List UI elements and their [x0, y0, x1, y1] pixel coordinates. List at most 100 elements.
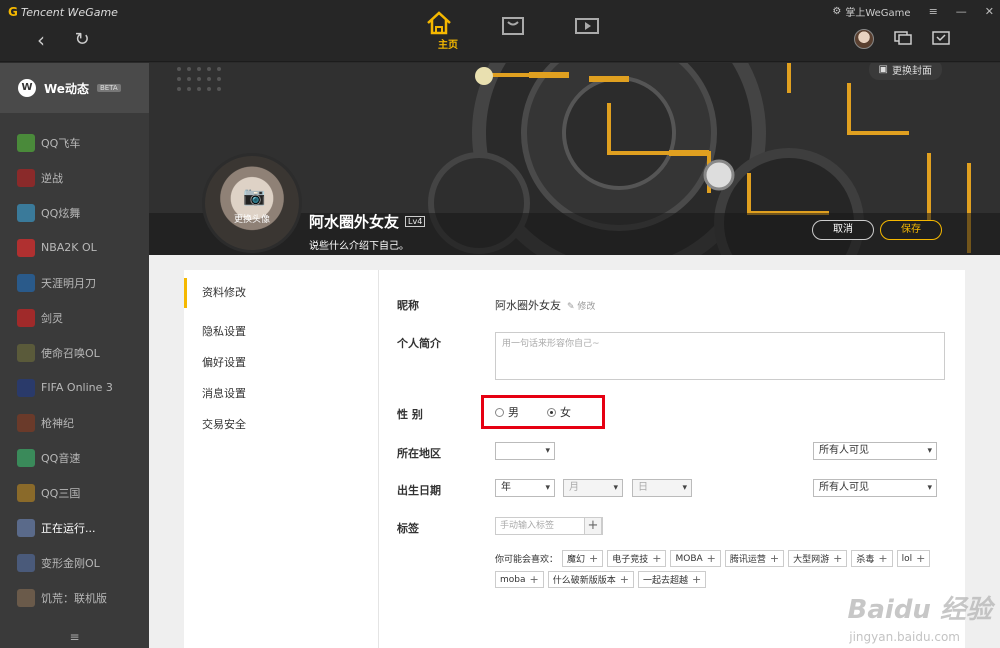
sidebar-game-label: 正在运行... [41, 521, 96, 535]
tag-suggestion-label: moba [500, 574, 526, 585]
profile-name: 阿水圈外女友 Lv4 [309, 211, 426, 232]
sidebar-we-dynamic[interactable]: W We动态 BETA [0, 63, 149, 113]
tag-suggestion-chip[interactable]: 腾讯运营 + [724, 550, 785, 567]
tag-suggestion-label: 一起去超越 [642, 576, 688, 586]
sidebar-game-label: 使命召唤OL [41, 346, 100, 360]
sidebar-game-item[interactable]: 枪神纪 [0, 405, 149, 440]
sidebar-game-item[interactable]: 正在运行... [0, 510, 149, 545]
store-icon [494, 10, 532, 36]
sidebar-game-item[interactable]: 剑灵 [0, 300, 149, 335]
gift-icon: ⚙ [832, 6, 842, 17]
mail-icon[interactable] [932, 30, 950, 49]
sidebar-game-label: 枪神纪 [41, 416, 74, 430]
tag-suggestion-chip[interactable]: moba + [495, 571, 544, 588]
sidebar-game-label: QQ三国 [41, 486, 81, 500]
sidebar-game-item[interactable]: 使命召唤OL [0, 335, 149, 370]
edit-nickname-link[interactable]: ✎ 修改 [567, 302, 595, 312]
game-icon [17, 238, 35, 257]
settings-nav-profile[interactable]: 资料修改 [184, 270, 378, 316]
game-icon [17, 203, 35, 222]
chat-icon[interactable] [894, 30, 912, 49]
tag-suggestion-chip[interactable]: 杀毒 + [851, 550, 893, 567]
sidebar-game-label: 饥荒：联机版 [41, 591, 107, 605]
minimize-icon[interactable]: — [956, 5, 967, 18]
birthday-visibility-select[interactable]: 所有人可见 [813, 479, 937, 497]
settings-nav-privacy[interactable]: 隐私设置 [184, 316, 378, 347]
tab-video[interactable] [568, 10, 606, 36]
birth-day-select[interactable]: 日 [632, 479, 692, 497]
bio-textarea[interactable]: 用一句话来形容你自己~ [495, 332, 945, 380]
add-tag-button[interactable]: + [584, 517, 602, 535]
top-right-icons [854, 29, 950, 49]
gender-label: 性 别 [397, 408, 423, 421]
cancel-button[interactable]: 取消 [812, 220, 874, 240]
tag-suggestion-chip[interactable]: MOBA + [670, 550, 721, 567]
sidebar-game-item[interactable]: 逆战 [0, 160, 149, 195]
birth-year-select[interactable]: 年 [495, 479, 555, 497]
sidebar-game-item[interactable]: 天涯明月刀 [0, 265, 149, 300]
game-icon [17, 553, 35, 572]
nickname-label: 昵称 [397, 299, 419, 312]
beta-badge: BETA [96, 84, 121, 92]
sidebar-game-label: QQ飞车 [41, 136, 81, 150]
radio-off-icon [495, 407, 504, 417]
game-icon [17, 273, 35, 292]
tag-input-placeholder: 手动输入标签 [500, 521, 555, 531]
tag-suggestion-chip[interactable]: 魔幻 + [562, 550, 604, 567]
close-icon[interactable]: ✕ [985, 5, 994, 18]
region-select[interactable] [495, 442, 555, 460]
refresh-button[interactable]: ↻ [71, 30, 93, 52]
sidebar-game-item[interactable]: NBA2K OL [0, 230, 149, 265]
baidu-watermark-url: jingyan.baidu.com [849, 630, 960, 644]
back-button[interactable]: ‹ [30, 30, 52, 52]
level-badge: Lv4 [405, 216, 426, 227]
female-label: 女 [560, 406, 571, 419]
game-icon [17, 448, 35, 467]
sidebar-game-item[interactable]: QQ音速 [0, 440, 149, 475]
tag-suggestion-label: 什么破新版版本 [552, 576, 616, 586]
region-visibility-select[interactable]: 所有人可见 [813, 442, 937, 460]
sidebar-game-item[interactable]: 饥荒：联机版 [0, 580, 149, 615]
sidebar-game-item[interactable]: FIFA Online 3 [0, 370, 149, 405]
baidu-watermark: Baidu 经验 [847, 595, 992, 625]
plus-icon: + [706, 552, 716, 565]
settings-nav: 资料修改 隐私设置 偏好设置 消息设置 交易安全 [184, 270, 379, 648]
settings-nav-messages[interactable]: 消息设置 [184, 378, 378, 409]
gender-male-radio[interactable]: 男 [495, 404, 519, 420]
game-icon [17, 168, 35, 187]
user-menu[interactable]: ⚙ 掌上WeGame [832, 4, 910, 19]
tag-suggestion-chip[interactable]: lol + [896, 550, 931, 567]
settings-nav-preferences[interactable]: 偏好设置 [184, 347, 378, 378]
plus-icon: + [589, 552, 599, 565]
menu-icon[interactable]: ≡ [929, 5, 938, 18]
sidebar-game-item[interactable]: 变形金刚OL [0, 545, 149, 580]
gender-female-radio[interactable]: 女 [547, 404, 571, 420]
tag-suggestion-chip[interactable]: 一起去超越 + [637, 571, 707, 588]
change-avatar-label: 更换头像 [233, 215, 270, 225]
main-content: 资料修改 隐私设置 偏好设置 消息设置 交易安全 昵称 阿水圈外女友 ✎ 修改 个… [149, 255, 1000, 648]
image-icon: ▣ [878, 64, 888, 75]
birth-month-select[interactable]: 月 [563, 479, 623, 497]
tag-suggestion-label: 杀毒 [856, 555, 875, 565]
sidebar-menu-icon[interactable]: ≡ [0, 630, 149, 644]
tab-store[interactable] [494, 10, 532, 36]
sidebar-game-item[interactable]: QQ飞车 [0, 125, 149, 160]
tag-suggestion-chip[interactable]: 大型网游 + [788, 550, 848, 567]
tab-home[interactable]: 主页 [420, 10, 458, 51]
user-avatar[interactable] [854, 29, 874, 49]
game-icon [17, 343, 35, 362]
game-icon [17, 133, 35, 152]
change-cover-button[interactable]: ▣ 更换封面 [868, 63, 942, 80]
sidebar: W We动态 BETA QQ飞车逆战 QQ炫舞 NBA2K OL 天涯明月刀 剑灵使命召… [0, 63, 149, 648]
tag-input[interactable]: 手动输入标签 + [495, 517, 603, 535]
save-button[interactable]: 保存 [880, 220, 942, 240]
tag-suggestion-label: lol [901, 553, 913, 564]
profile-avatar[interactable]: 📷 更换头像 [202, 153, 302, 253]
home-icon [420, 10, 458, 36]
male-label: 男 [508, 406, 519, 419]
settings-nav-trade-security[interactable]: 交易安全 [184, 409, 378, 440]
tag-suggestion-chip[interactable]: 什么破新版版本 + [547, 571, 634, 588]
sidebar-game-item[interactable]: QQ炫舞 [0, 195, 149, 230]
sidebar-game-item[interactable]: QQ三国 [0, 475, 149, 510]
tag-suggestion-chip[interactable]: 电子竞技 + [607, 550, 667, 567]
